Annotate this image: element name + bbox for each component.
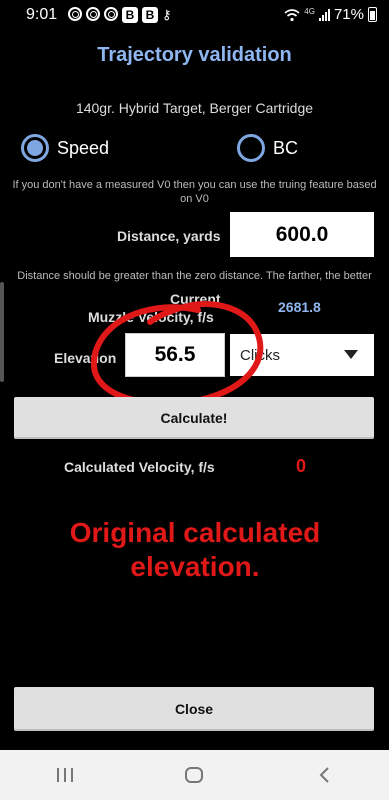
home-icon (185, 767, 204, 783)
calculate-button[interactable]: Calculate! (14, 397, 374, 439)
b-app-icon: B (122, 7, 138, 23)
radio-speed[interactable]: Speed (21, 134, 109, 162)
radio-bc-label: BC (273, 137, 299, 158)
distance-hint: Distance should be greater than the zero… (17, 270, 372, 282)
radio-checked-icon (21, 134, 49, 162)
dropdown-arrow-icon (344, 350, 358, 359)
elevation-unit-select[interactable]: Clicks (230, 334, 374, 376)
elevation-label: Elevation (54, 350, 117, 366)
notification-icons: B B ⚷ (68, 7, 180, 23)
network-type: 4G (304, 7, 315, 16)
signal-icon (318, 8, 330, 21)
cartridge-subtitle: 140gr. Hybrid Target, Berger Cartridge (75, 100, 314, 116)
edge-panel-handle[interactable] (0, 282, 4, 382)
status-right: 4G 71% (284, 6, 377, 23)
status-bar: 9:01 B B ⚷ 4G 71% (0, 0, 389, 30)
page-title: Trajectory validation (97, 44, 292, 66)
radio-speed-label: Speed (57, 137, 110, 158)
notification-icon (68, 7, 82, 21)
calculated-velocity-label: Calculated Velocity, f/s (64, 459, 215, 475)
status-time: 9:01 (26, 6, 58, 23)
home-button[interactable] (174, 755, 214, 795)
truing-hint: If you don't have a measured V0 then you… (12, 179, 377, 205)
muzzle-velocity-label-line1: Current (170, 291, 221, 307)
annotation-text: Original calculated elevation. (69, 517, 321, 582)
recent-apps-button[interactable] (45, 755, 85, 795)
elevation-unit-value: Clicks (240, 346, 280, 364)
back-button[interactable] (304, 755, 344, 795)
notification-icon (86, 7, 100, 21)
key-icon: ⚷ (162, 7, 172, 22)
radio-bc[interactable]: BC (237, 134, 298, 162)
battery-percent: 71% (333, 6, 364, 23)
notification-icon (104, 7, 118, 21)
recent-apps-icon (56, 768, 73, 782)
b-app-icon: B (142, 7, 158, 23)
calculated-velocity-value: 0 (296, 456, 307, 476)
wifi-icon (284, 8, 300, 21)
close-button[interactable]: Close (14, 687, 374, 731)
radio-unchecked-icon (237, 134, 265, 162)
elevation-input[interactable]: 56.5 (125, 333, 225, 377)
system-nav-bar (0, 750, 389, 800)
distance-input[interactable]: 600.0 (230, 212, 374, 257)
muzzle-velocity-label-line2: Muzzle Velocity, f/s (88, 309, 214, 325)
battery-icon (368, 7, 377, 22)
distance-label: Distance, yards (117, 228, 221, 244)
muzzle-velocity-value: 2681.8 (278, 299, 321, 315)
back-icon (319, 767, 329, 783)
